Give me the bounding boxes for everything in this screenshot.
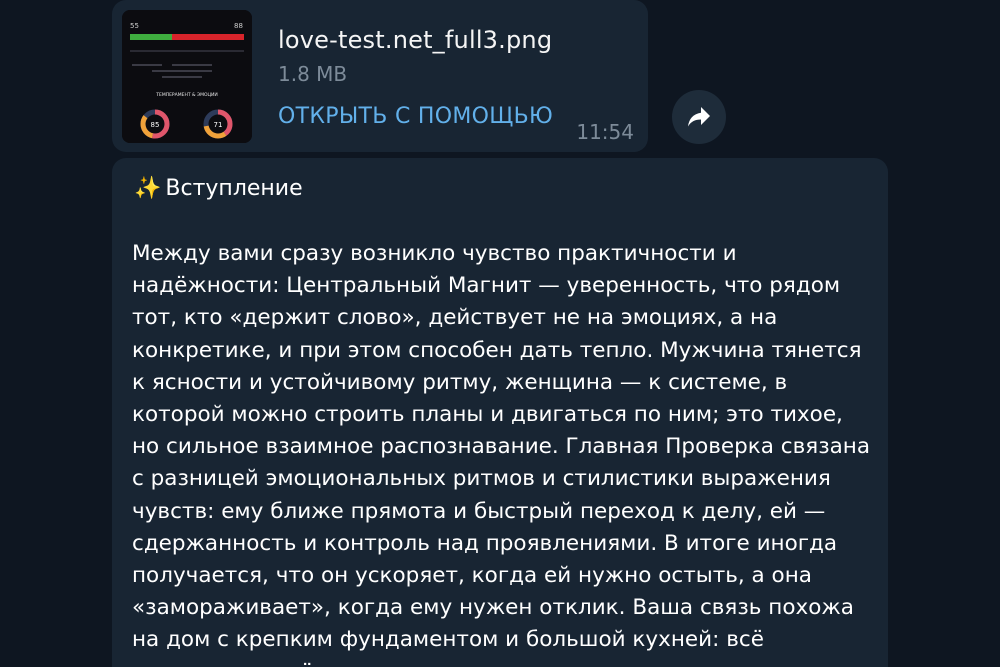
thumb-donut-right: 71 [214, 121, 223, 129]
file-size: 1.8 MB [278, 62, 348, 86]
file-message-bubble[interactable]: 55 88 ТЕМПЕРАМЕНТ & ЭМОЦИИ 85 71 love-te… [112, 0, 648, 152]
thumb-left-label: 55 [130, 22, 139, 30]
chat-area: 55 88 ТЕМПЕРАМЕНТ & ЭМОЦИИ 85 71 love-te… [0, 0, 1000, 667]
forward-button[interactable] [672, 90, 726, 144]
message-time: 11:54 [576, 120, 634, 144]
file-thumbnail[interactable]: 55 88 ТЕМПЕРАМЕНТ & ЭМОЦИИ 85 71 [122, 10, 252, 143]
open-with-button[interactable]: ОТКРЫТЬ С ПОМОЩЬЮ [278, 104, 553, 129]
thumb-donut-left: 85 [151, 121, 160, 129]
text-message-bubble[interactable]: ✨ Вступление Между вами сразу возникло ч… [112, 158, 888, 667]
file-name[interactable]: love-test.net_full3.png [278, 26, 552, 54]
thumb-right-label: 88 [234, 22, 243, 30]
sparkles-icon: ✨ [134, 176, 162, 201]
intro-title-text: Вступление [165, 176, 303, 201]
thumbnail-preview: 55 88 ТЕМПЕРАМЕНТ & ЭМОЦИИ 85 71 [122, 10, 252, 143]
forward-arrow-icon [688, 107, 710, 127]
intro-heading: ✨ Вступление [134, 176, 303, 201]
thumb-section-title: ТЕМПЕРАМЕНТ & ЭМОЦИИ [155, 92, 218, 98]
message-body: Между вами сразу возникло чувство практи… [132, 241, 871, 667]
